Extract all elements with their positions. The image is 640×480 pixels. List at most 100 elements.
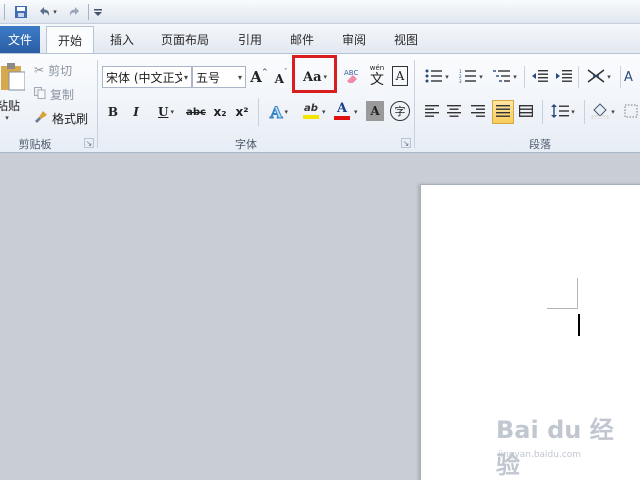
clipboard-launcher-icon[interactable]: ↘ (84, 138, 94, 148)
shading-button[interactable]: ▾ (588, 101, 618, 123)
grow-caret-icon: ^ (261, 68, 268, 76)
tab-home[interactable]: 开始 (46, 26, 94, 54)
copy-label: 复制 (50, 87, 75, 102)
multilevel-list-button[interactable]: ▾ (490, 66, 520, 88)
font-color-button[interactable]: A (332, 98, 352, 124)
paint-bucket-icon (591, 102, 609, 122)
paste-icon (1, 62, 26, 95)
align-left-button[interactable] (422, 101, 442, 123)
line-spacing-button[interactable]: ▾ (548, 101, 578, 123)
text-effects-icon: A (270, 102, 283, 122)
font-name-value: 宋体 (中文正文 (106, 70, 182, 85)
tab-file[interactable]: 文件 (0, 26, 40, 53)
save-icon[interactable] (12, 3, 30, 21)
tab-references[interactable]: 引用 (228, 26, 272, 53)
clear-formatting-button[interactable]: ABC (342, 66, 362, 88)
justify-button[interactable] (492, 100, 514, 124)
customize-qat-icon[interactable] (92, 3, 104, 21)
distributed-button[interactable] (516, 101, 536, 123)
font-size-dropdown-icon[interactable]: ▾ (238, 73, 242, 82)
paste-button[interactable]: 粘贴 ▾ (0, 58, 26, 126)
numbering-icon: 123 (459, 69, 477, 86)
paragraph-inner-separator-2 (578, 66, 579, 88)
align-left-icon (425, 104, 439, 120)
shrink-font-button[interactable]: Aˇ (272, 66, 290, 88)
tab-review[interactable]: 审阅 (332, 26, 376, 53)
qat-separator (88, 4, 89, 20)
tab-mailings[interactable]: 邮件 (282, 26, 322, 53)
highlight-dropdown-icon[interactable]: ▾ (322, 108, 326, 116)
line-spacing-dropdown-icon[interactable]: ▾ (571, 108, 575, 116)
font-color-dropdown-icon[interactable]: ▾ (354, 108, 358, 116)
font-group-label: 字体 (235, 138, 257, 151)
increase-indent-button[interactable] (554, 66, 574, 88)
italic-button[interactable]: I (127, 101, 145, 123)
margin-corner-horizontal (547, 308, 577, 309)
bold-button[interactable]: B (104, 101, 122, 123)
sort-button[interactable]: A (624, 66, 640, 88)
font-separator (414, 60, 415, 148)
shrink-caret-icon: ˇ (283, 68, 288, 76)
numbering-button[interactable]: 123 ▾ (456, 66, 486, 88)
decrease-indent-icon (532, 69, 548, 86)
superscript-icon: x² (235, 105, 249, 119)
bullets-dropdown-icon[interactable]: ▾ (445, 73, 449, 81)
align-right-button[interactable] (468, 101, 488, 123)
multilevel-list-icon (493, 69, 511, 86)
tab-page-layout[interactable]: 页面布局 (152, 26, 218, 53)
format-painter-button[interactable]: 格式刷 (34, 108, 92, 128)
font-color-icon: A (336, 101, 348, 116)
justify-icon (496, 104, 510, 120)
shading-dropdown-icon[interactable]: ▾ (611, 108, 615, 116)
qat-left-edge (4, 4, 5, 20)
ribbon-tabs: 文件 开始 插入 页面布局 引用 邮件 审阅 视图 (0, 24, 640, 54)
character-shading-icon: A (370, 104, 380, 118)
text-effects-dropdown-icon[interactable]: ▾ (284, 108, 288, 116)
font-size-combo[interactable]: 五号 ▾ (192, 66, 246, 88)
undo-icon[interactable]: ▾ (34, 3, 60, 21)
font-inner-separator (258, 98, 259, 126)
tab-insert[interactable]: 插入 (102, 26, 142, 53)
text-cursor (578, 314, 580, 336)
chinese-layout-dropdown-icon[interactable]: ▾ (607, 73, 611, 81)
strikethrough-icon: abc (186, 106, 206, 118)
paste-dropdown-icon[interactable]: ▾ (5, 114, 9, 122)
underline-dropdown-icon[interactable]: ▾ (170, 108, 174, 116)
subscript-icon: x₂ (213, 105, 227, 119)
tab-view[interactable]: 视图 (386, 26, 426, 53)
baidu-watermark: Bai du 经验 jingyan.baidu.com (496, 410, 626, 479)
paragraph-inner-separator-1 (524, 66, 525, 88)
increase-indent-icon (556, 69, 572, 86)
borders-button[interactable] (624, 101, 640, 123)
phonetic-guide-button[interactable]: wén 文 (366, 62, 388, 90)
decrease-indent-button[interactable] (530, 66, 550, 88)
subscript-button[interactable]: x₂ (210, 101, 230, 123)
phonetic-guide-icon: 文 (370, 72, 384, 88)
multilevel-list-dropdown-icon[interactable]: ▾ (513, 73, 517, 81)
bullets-button[interactable]: ▾ (422, 66, 452, 88)
eraser-icon: ABC (343, 67, 361, 88)
font-name-combo[interactable]: 宋体 (中文正文 ▾ (102, 66, 192, 88)
watermark-logo-text: Bai du 经验 (496, 416, 614, 479)
align-center-button[interactable] (444, 101, 464, 123)
text-effects-button[interactable]: A ▾ (264, 101, 294, 123)
superscript-button[interactable]: x² (232, 101, 252, 123)
format-painter-label: 格式刷 (52, 111, 89, 126)
paragraph-inner-separator-4 (542, 100, 543, 124)
underline-button[interactable]: U ▾ (150, 101, 182, 123)
font-launcher-icon[interactable]: ↘ (401, 138, 411, 148)
grow-font-button[interactable]: A ^ (250, 66, 268, 88)
chinese-layout-button[interactable]: ▾ (584, 66, 614, 88)
paragraph-group-label: 段落 (529, 138, 551, 151)
copy-button[interactable]: 复制 (34, 84, 84, 104)
underline-icon: U (158, 105, 169, 119)
cut-button[interactable]: ✂ 剪切 (34, 60, 84, 80)
enclose-characters-button[interactable]: 字 (390, 101, 410, 121)
character-border-icon: A (395, 69, 405, 83)
numbering-dropdown-icon[interactable]: ▾ (479, 73, 483, 81)
character-shading-button[interactable]: A (366, 101, 384, 121)
font-name-dropdown-icon[interactable]: ▾ (184, 73, 188, 82)
redo-icon[interactable] (66, 3, 84, 21)
character-border-button[interactable]: A (392, 66, 408, 86)
strikethrough-button[interactable]: abc (184, 101, 208, 123)
